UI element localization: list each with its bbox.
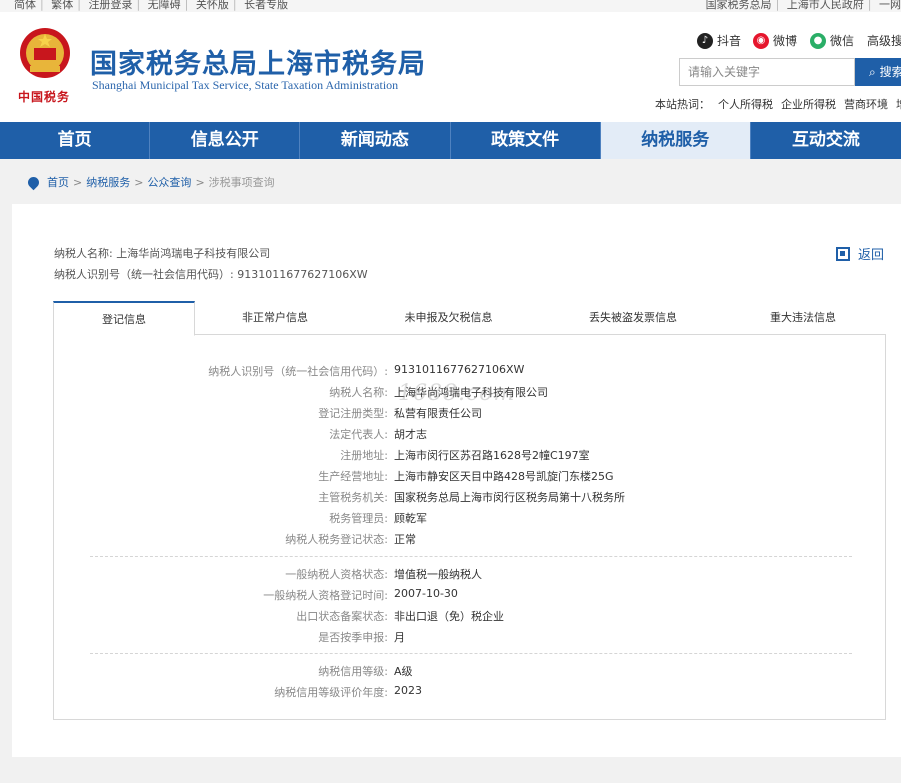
- field-row: 是否按季申报: 月: [318, 631, 405, 644]
- nav-info-disclosure[interactable]: 信息公开: [150, 122, 301, 159]
- hot-word[interactable]: 营商环境: [844, 98, 888, 111]
- top-right-links: 国家税务总局 | 上海市人民政府 | 一网: [705, 0, 901, 11]
- breadcrumb-public-query[interactable]: 公众查询: [147, 174, 191, 190]
- nav-home[interactable]: 首页: [0, 122, 151, 159]
- main-nav: 首页 信息公开 新闻动态 政策文件 纳税服务 互动交流: [0, 122, 901, 159]
- national-emblem-icon: [20, 28, 70, 78]
- field-row: 纳税人识别号（统一社会信用代码）: 9131011677627106XW: [208, 363, 525, 378]
- taxpayer-id-label: 纳税人识别号（统一社会信用代码）:: [54, 268, 234, 281]
- hot-words: 本站热词： 个人所得税企业所得税营商环境增值: [655, 96, 901, 112]
- emblem-caption: 中国税务: [18, 90, 71, 104]
- hot-words-label: 本站热词：: [655, 98, 710, 111]
- link-login[interactable]: 注册登录: [88, 0, 132, 11]
- field-row: 税务管理员: 顾乾军: [329, 512, 427, 525]
- field-row: 主管税务机关: 国家税务总局上海市闵行区税务局第十八税务所: [318, 491, 625, 504]
- link-accessibility[interactable]: 无障碍: [148, 0, 181, 11]
- tab-registration[interactable]: 登记信息: [53, 301, 195, 336]
- tab-lost-invoice[interactable]: 丢失被盗发票信息: [553, 301, 713, 335]
- link-shanghai-gov[interactable]: 上海市人民政府: [787, 0, 864, 11]
- info-tabs: 登记信息 非正常户信息 未申报及欠税信息 丢失被盗发票信息 重大违法信息: [53, 301, 886, 336]
- search-button-label: 搜索: [879, 65, 901, 79]
- breadcrumb: 首页 > 纳税服务 > 公众查询 > 涉税事项查询: [25, 174, 275, 190]
- social-wechat[interactable]: ● 微信: [810, 32, 854, 49]
- back-button[interactable]: 返回: [836, 244, 884, 263]
- hot-word[interactable]: 个人所得税: [718, 98, 773, 111]
- link-care-version[interactable]: 关怀版: [196, 0, 229, 11]
- advanced-search-link[interactable]: 高级搜: [867, 32, 901, 49]
- advanced-search-label: 高级搜: [867, 34, 901, 48]
- site-header: 中国税务 国家税务总局上海市税务局 Shanghai Municipal Tax…: [0, 12, 901, 122]
- social-douyin-label: 抖音: [717, 34, 742, 48]
- content-card: 纳税人名称: 上海华尚鸿瑞电子科技有限公司 纳税人识别号（统一社会信用代码）: …: [12, 204, 901, 757]
- location-pin-icon: [25, 174, 42, 190]
- nav-policy[interactable]: 政策文件: [451, 122, 601, 159]
- taxpayer-name-value: 上海华尚鸿瑞电子科技有限公司: [116, 247, 271, 260]
- link-traditional[interactable]: 繁体: [51, 0, 73, 11]
- breadcrumb-current: 涉税事项查询: [208, 176, 275, 189]
- search-icon: ⌕: [869, 65, 876, 79]
- breadcrumb-home[interactable]: 首页: [47, 174, 69, 190]
- taxpayer-id-line: 纳税人识别号（统一社会信用代码）: 9131011677627106XW: [54, 266, 368, 282]
- wechat-icon: ●: [810, 32, 826, 49]
- social-wechat-label: 微信: [830, 34, 855, 48]
- social-weibo-label: 微博: [773, 34, 798, 48]
- back-label: 返回: [858, 248, 885, 263]
- hot-word[interactable]: 企业所得税: [781, 98, 836, 111]
- tab-major-violation[interactable]: 重大违法信息: [733, 301, 873, 335]
- top-left-links: 简体 | 繁体 | 注册登录 | 无障碍 | 关怀版 | 长者专版: [14, 0, 289, 11]
- hot-word[interactable]: 增值: [896, 98, 901, 111]
- field-row: 一般纳税人资格状态: 增值税一般纳税人: [285, 568, 482, 581]
- link-sta[interactable]: 国家税务总局: [706, 0, 772, 11]
- field-row: 纳税人名称: 上海华尚鸿瑞电子科技有限公司: [329, 386, 548, 399]
- site-subtitle: Shanghai Municipal Tax Service, State Ta…: [92, 78, 399, 92]
- tab-abnormal[interactable]: 非正常户信息: [205, 301, 345, 335]
- nav-interaction[interactable]: 互动交流: [751, 122, 901, 159]
- field-row: 法定代表人: 胡才志: [329, 428, 427, 441]
- top-utility-bar: 简体 | 繁体 | 注册登录 | 无障碍 | 关怀版 | 长者专版 国家税务总局 | 上海市…: [0, 0, 901, 12]
- social-douyin[interactable]: ♪ 抖音: [697, 32, 741, 49]
- field-row: 生产经营地址: 上海市静安区天目中路428号凯旋门东楼25G: [318, 470, 614, 483]
- taxpayer-id-value: 9131011677627106XW: [237, 268, 368, 281]
- section-divider: [90, 653, 852, 654]
- tab-unfiled-arrears[interactable]: 未申报及欠税信息: [371, 301, 526, 335]
- back-icon: [836, 246, 850, 261]
- taxpayer-name-label: 纳税人名称:: [54, 247, 113, 260]
- field-row: 出口状态备案状态: 非出口退（免）税企业: [296, 610, 504, 623]
- field-row: 纳税信用等级评价年度: 2023: [274, 684, 422, 699]
- field-row: 注册地址: 上海市闵行区苏召路1628号2幢C197室: [340, 449, 590, 462]
- weibo-icon: ◉: [753, 32, 769, 49]
- link-yiwang[interactable]: 一网: [879, 0, 901, 11]
- field-row: 一般纳税人资格登记时间: 2007-10-30: [263, 587, 458, 602]
- breadcrumb-tax-service[interactable]: 纳税服务: [86, 174, 130, 190]
- link-simplified[interactable]: 简体: [14, 0, 36, 11]
- registration-panel: 纳税人识别号（统一社会信用代码）: 9131011677627106XW 纳税人名…: [53, 335, 886, 720]
- search-input[interactable]: 请输入关键字: [679, 58, 855, 86]
- douyin-icon: ♪: [697, 32, 713, 49]
- nav-tax-service[interactable]: 纳税服务: [600, 122, 751, 159]
- field-row: 纳税信用等级: A级: [318, 665, 413, 678]
- social-weibo[interactable]: ◉ 微博: [753, 32, 797, 49]
- link-senior-version[interactable]: 长者专版: [244, 0, 288, 11]
- field-row: 纳税人税务登记状态: 正常: [285, 533, 416, 546]
- site-title: 国家税务总局上海市税务局: [90, 49, 426, 80]
- taxpayer-name-line: 纳税人名称: 上海华尚鸿瑞电子科技有限公司: [54, 245, 270, 261]
- section-divider: [90, 556, 852, 557]
- search-button[interactable]: ⌕ 搜索: [855, 58, 901, 86]
- nav-news[interactable]: 新闻动态: [300, 122, 451, 159]
- field-row: 登记注册类型: 私营有限责任公司: [318, 407, 482, 420]
